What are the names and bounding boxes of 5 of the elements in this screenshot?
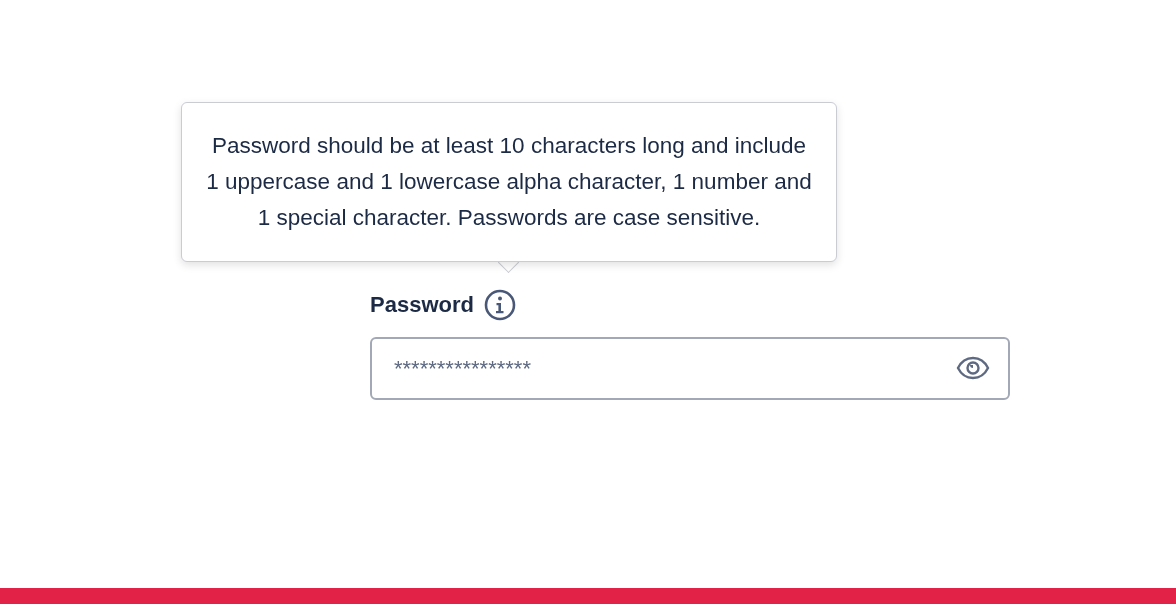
- field-label: Password: [370, 292, 474, 318]
- eye-icon[interactable]: [956, 356, 990, 380]
- password-field[interactable]: ****************: [370, 337, 1010, 400]
- tooltip: Password should be at least 10 characters long and include 1 uppercase and 1 lowercase alpha character, 1 number and 1 special character. Passwords are case sensitive.: [181, 102, 837, 262]
- info-icon[interactable]: [483, 289, 516, 321]
